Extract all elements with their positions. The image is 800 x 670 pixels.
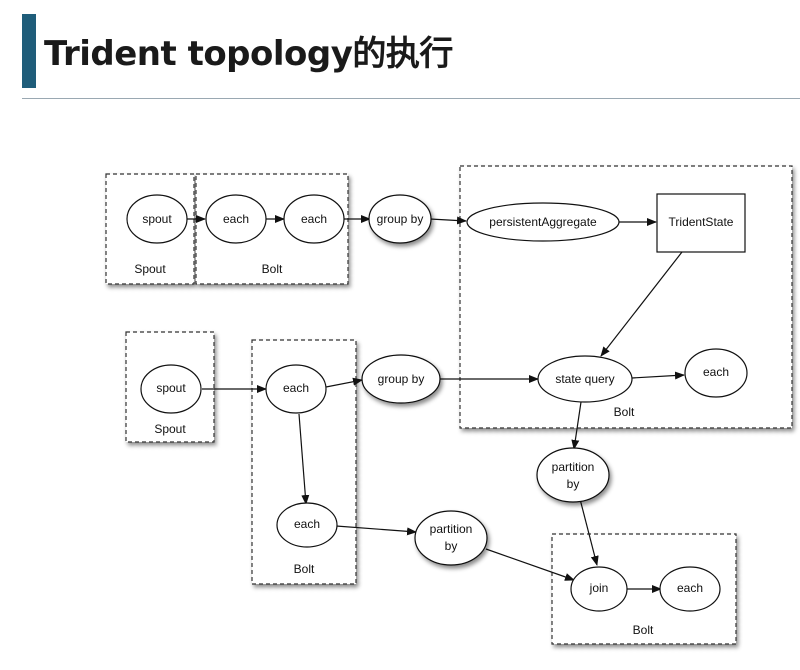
label-trident-state: TridentState bbox=[669, 215, 734, 229]
topology-diagram: spout Spout each each Bolt group by pers… bbox=[105, 165, 793, 645]
label-partition-by-1-line2: by bbox=[445, 539, 458, 553]
label-spout-box-middle: Spout bbox=[154, 422, 186, 436]
label-group-by-top: group by bbox=[377, 212, 424, 226]
label-spout-middle: spout bbox=[156, 381, 186, 395]
label-group-by-middle: group by bbox=[378, 372, 425, 386]
label-persistent-aggregate: persistentAggregate bbox=[489, 215, 597, 229]
label-spout-box-top: Spout bbox=[134, 262, 166, 276]
label-partition-by-2-line2: by bbox=[567, 477, 580, 491]
label-each-1: each bbox=[223, 212, 249, 226]
label-bolt-box-middle: Bolt bbox=[294, 562, 315, 576]
node-partition-by-1 bbox=[414, 510, 488, 566]
label-bolt-box-right: Bolt bbox=[614, 405, 635, 419]
node-partition-by-2 bbox=[536, 447, 610, 503]
label-spout-top: spout bbox=[142, 212, 172, 226]
label-each-right: each bbox=[703, 365, 729, 379]
label-join: join bbox=[589, 581, 609, 595]
label-each-a: each bbox=[283, 381, 309, 395]
label-partition-by-2-line1: partition bbox=[552, 460, 595, 474]
label-state-query: state query bbox=[555, 372, 614, 386]
label-each-bottom: each bbox=[677, 581, 703, 595]
label-partition-by-1-line1: partition bbox=[430, 522, 473, 536]
label-each-2: each bbox=[301, 212, 327, 226]
label-bolt-box-bottom: Bolt bbox=[633, 623, 654, 637]
label-bolt-box-top: Bolt bbox=[262, 262, 283, 276]
label-each-b: each bbox=[294, 517, 320, 531]
